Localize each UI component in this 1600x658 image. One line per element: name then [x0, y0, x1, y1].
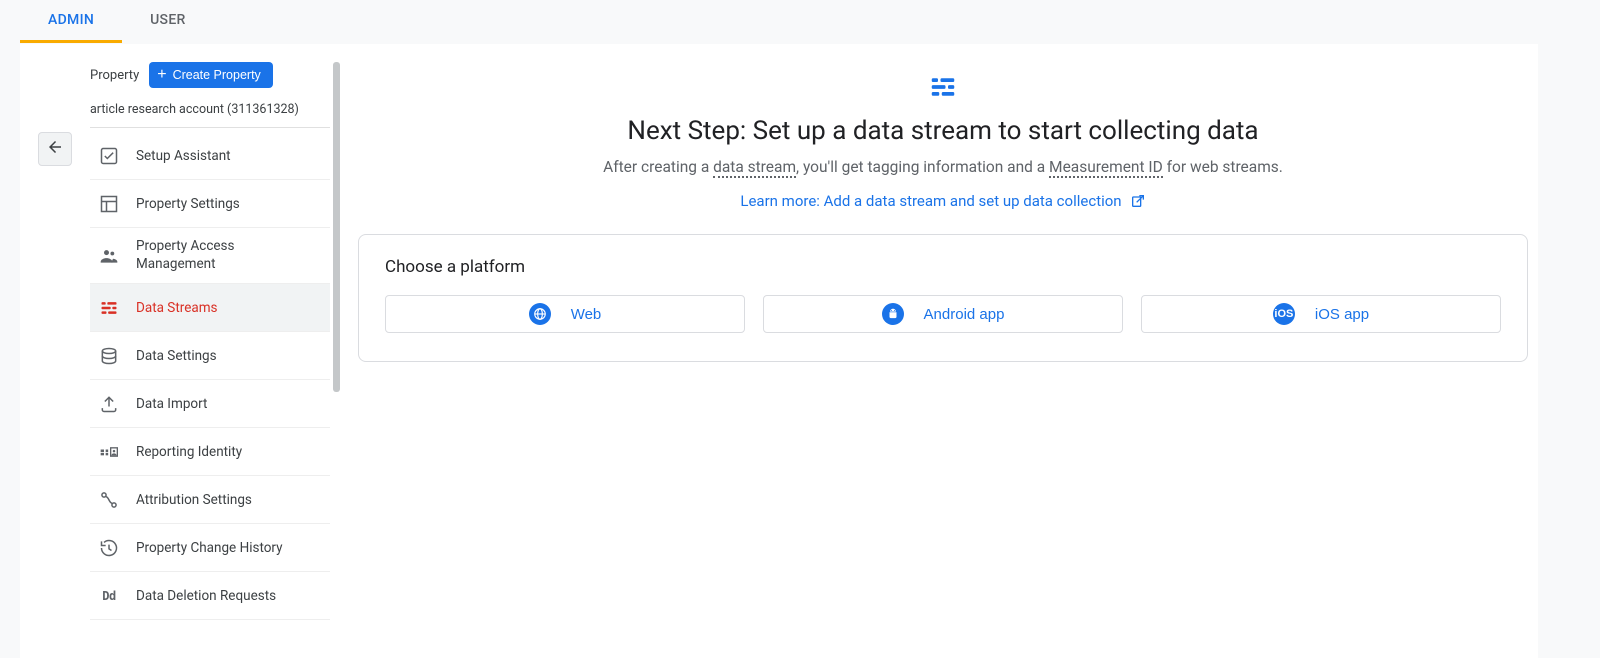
property-sidebar: Property + Create Property article resea…	[90, 44, 330, 658]
learn-more-link[interactable]: Learn more: Add a data stream and set up…	[740, 192, 1145, 210]
create-property-button[interactable]: + Create Property	[149, 62, 273, 88]
sidebar-item-change-history[interactable]: Property Change History	[90, 524, 330, 572]
tab-user[interactable]: USER	[122, 0, 214, 43]
sidebar-item-attribution-settings[interactable]: Attribution Settings	[90, 476, 330, 524]
property-account-name[interactable]: article research account (311361328)	[90, 94, 330, 128]
ios-icon: iOS	[1273, 303, 1295, 325]
platform-android-button[interactable]: Android app	[763, 295, 1123, 333]
sub-text: , you'll get tagging information and a	[796, 158, 1049, 176]
top-tabs: ADMIN USER	[0, 0, 1600, 44]
sidebar-item-reporting-identity[interactable]: Reporting Identity	[90, 428, 330, 476]
sidebar-item-label: Attribution Settings	[136, 492, 252, 508]
sidebar-item-label: Property Settings	[136, 196, 240, 212]
page-title: Next Step: Set up a data stream to start…	[358, 116, 1528, 146]
create-property-label: Create Property	[173, 68, 261, 82]
identity-icon	[98, 441, 120, 463]
android-icon	[882, 303, 904, 325]
platform-web-button[interactable]: Web	[385, 295, 745, 333]
admin-shell: Property + Create Property article resea…	[20, 44, 1538, 658]
sidebar-item-label: Property AccessManagement	[136, 238, 235, 273]
data-streams-icon	[98, 297, 120, 319]
property-nav: Setup Assistant Property Settings Proper…	[90, 132, 330, 620]
web-icon	[529, 303, 551, 325]
upload-icon	[98, 393, 120, 415]
plus-icon: +	[157, 67, 166, 83]
choose-platform-title: Choose a platform	[385, 257, 1501, 277]
sidebar-item-label: Data Streams	[136, 300, 218, 316]
external-link-icon	[1130, 193, 1146, 209]
layout-icon	[98, 193, 120, 215]
back-button[interactable]	[38, 132, 72, 166]
attribution-icon	[98, 489, 120, 511]
sidebar-item-label: Reporting Identity	[136, 444, 242, 460]
arrow-left-icon	[46, 138, 64, 161]
sidebar-item-label: Setup Assistant	[136, 148, 231, 164]
hero-section: Next Step: Set up a data stream to start…	[358, 72, 1528, 234]
scrollbar[interactable]	[333, 62, 340, 392]
sidebar-item-label: Data Deletion Requests	[136, 588, 276, 604]
property-header: Property + Create Property	[90, 62, 330, 94]
data-streams-hero-icon	[928, 72, 958, 102]
sub-text: After creating a	[603, 158, 713, 176]
term-measurement-id[interactable]: Measurement ID	[1049, 158, 1163, 178]
platform-label: Android app	[924, 306, 1005, 323]
sub-text: for web streams.	[1163, 158, 1283, 176]
database-icon	[98, 345, 120, 367]
property-label: Property	[90, 68, 139, 83]
tab-admin[interactable]: ADMIN	[20, 0, 122, 43]
sidebar-item-data-deletion[interactable]: Dd Data Deletion Requests	[90, 572, 330, 620]
term-data-stream[interactable]: data stream	[713, 158, 796, 178]
main-content: Next Step: Set up a data stream to start…	[330, 44, 1538, 658]
platform-row: Web Android app iOS iOS app	[385, 295, 1501, 333]
back-column	[20, 44, 90, 658]
sidebar-item-data-import[interactable]: Data Import	[90, 380, 330, 428]
sidebar-item-data-settings[interactable]: Data Settings	[90, 332, 330, 380]
history-icon	[98, 537, 120, 559]
sidebar-item-setup-assistant[interactable]: Setup Assistant	[90, 132, 330, 180]
learn-more-label: Learn more: Add a data stream and set up…	[740, 192, 1121, 210]
people-icon	[98, 245, 120, 267]
sidebar-item-label: Data Import	[136, 396, 207, 412]
sidebar-item-label: Property Change History	[136, 540, 283, 556]
checkbox-icon	[98, 145, 120, 167]
platform-ios-button[interactable]: iOS iOS app	[1141, 295, 1501, 333]
sidebar-item-data-streams[interactable]: Data Streams	[90, 284, 330, 332]
sidebar-item-label: Data Settings	[136, 348, 217, 364]
platform-label: Web	[571, 306, 602, 323]
sidebar-item-property-settings[interactable]: Property Settings	[90, 180, 330, 228]
sidebar-item-access-management[interactable]: Property AccessManagement	[90, 228, 330, 284]
data-deletion-icon: Dd	[98, 585, 120, 607]
page-subtitle: After creating a data stream, you'll get…	[358, 158, 1528, 176]
choose-platform-card: Choose a platform Web Android app iOS	[358, 234, 1528, 362]
platform-label: iOS app	[1315, 306, 1369, 323]
